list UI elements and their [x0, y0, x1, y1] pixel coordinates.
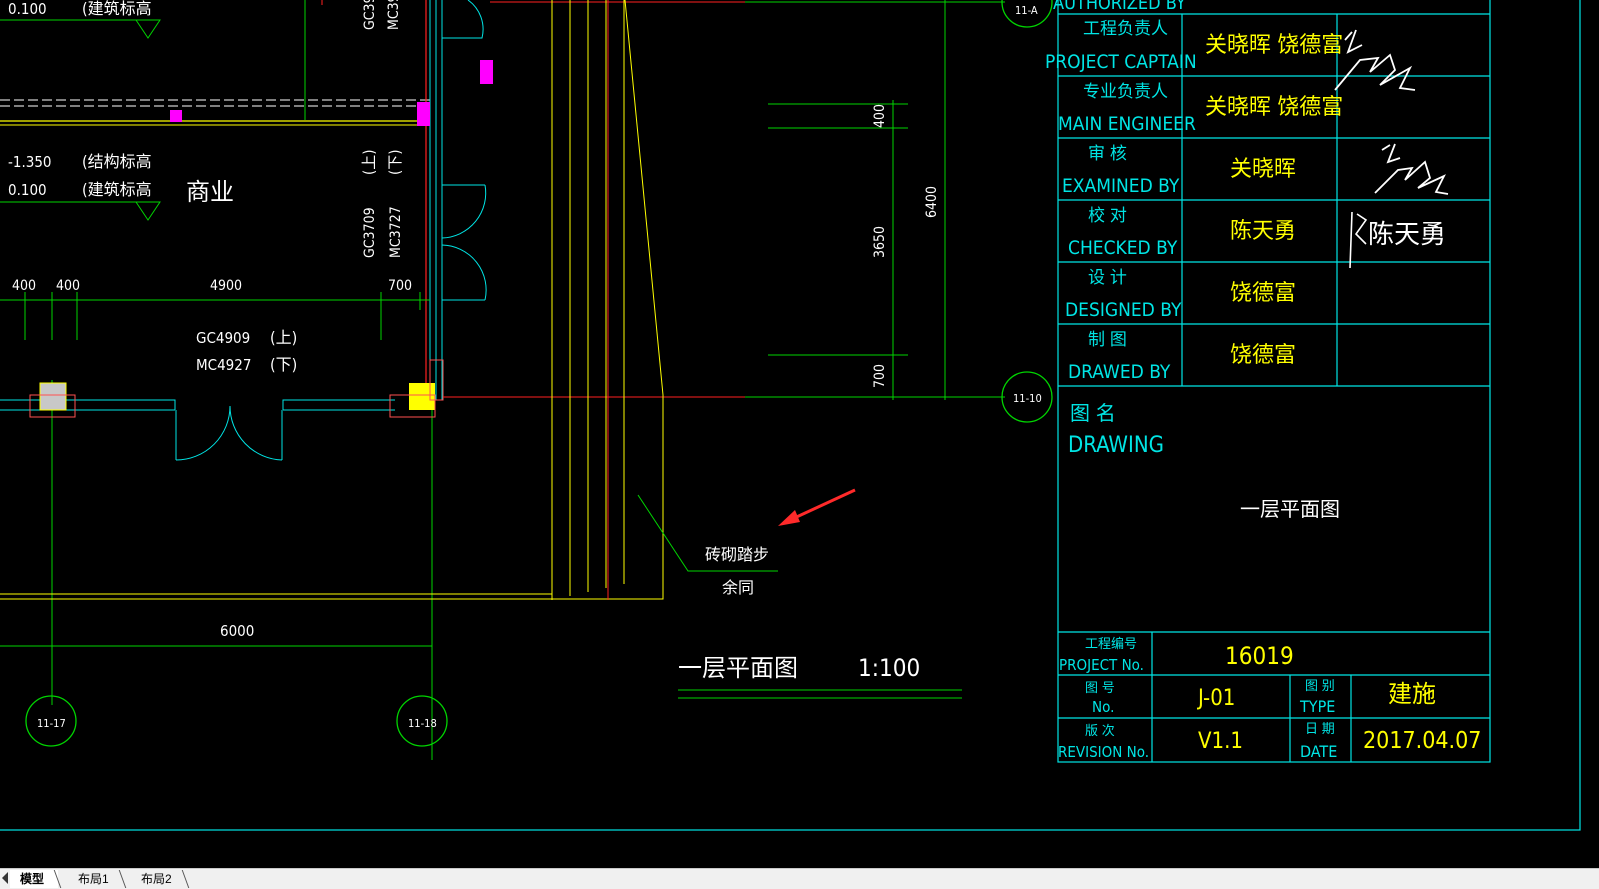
magenta-marker	[170, 110, 182, 122]
level-architectural-value: 0.100	[8, 181, 47, 199]
plan-title: 一层平面图	[678, 654, 798, 682]
plan-scale: 1:100	[858, 654, 920, 682]
tab-layout1[interactable]: 布局1	[68, 870, 123, 888]
project-number: 16019	[1225, 642, 1294, 670]
drawing-cn: 图 名	[1070, 401, 1116, 425]
label-mc3727: MC3727	[388, 206, 404, 258]
annotation-text: 余同	[722, 578, 754, 597]
row-name: 关晓晖 饶德富	[1205, 33, 1343, 58]
row-cn: 校 对	[1088, 206, 1127, 226]
row-cn: 工程负责人	[1083, 19, 1168, 39]
signature-examined	[1374, 143, 1449, 195]
level-upper-label: (建筑标高	[82, 0, 152, 18]
drawing-date: 2017.04.07	[1363, 728, 1481, 754]
label-mc4927: MC4927	[196, 356, 251, 374]
dimension-right: 6400	[924, 186, 940, 218]
svg-text:GC39: GC39	[362, 0, 378, 30]
svg-text:日 期: 日 期	[1305, 722, 1335, 737]
drawing-number: J-01	[1196, 686, 1235, 711]
dimension-top: 400	[12, 278, 36, 294]
row-en: PROJECT CAPTAIN	[1045, 51, 1197, 73]
magenta-marker	[417, 102, 430, 126]
row-en: DESIGNED BY	[1065, 299, 1182, 321]
svg-text:版 次: 版 次	[1085, 723, 1115, 739]
room-label: 商业	[186, 178, 234, 206]
svg-text:(下): (下)	[270, 355, 297, 374]
row-name: 饶德富	[1230, 281, 1296, 306]
axis-label-11-18: 11-18	[408, 717, 437, 730]
svg-text:(上): (上)	[270, 328, 297, 347]
level-architectural-label: (建筑标高	[82, 180, 152, 199]
axis-label-11-10: 11-10	[1013, 392, 1042, 405]
svg-text:TYPE: TYPE	[1299, 697, 1335, 716]
drawing-name: 一层平面图	[1240, 497, 1340, 521]
dimension-bottom: 6000	[220, 622, 254, 640]
row-en: EXAMINED BY	[1062, 175, 1180, 197]
row-cn: 设 计	[1088, 268, 1127, 288]
annotation-text: 砖砌踏步	[705, 545, 769, 564]
level-structural-value: -1.350	[8, 153, 52, 171]
tab-layout2[interactable]: 布局2	[131, 870, 186, 888]
dimension-top: 400	[56, 278, 80, 294]
drawing-type: 建施	[1388, 680, 1436, 708]
row-en: DRAWED BY	[1068, 361, 1171, 383]
signature-project-captain	[1334, 29, 1416, 91]
dimension-right: 700	[872, 364, 888, 388]
svg-text:(下): (下)	[386, 149, 404, 175]
svg-text:图 号: 图 号	[1085, 681, 1115, 696]
signature-checked: 陈天勇	[1349, 211, 1446, 269]
level-upper-value: 0.100	[8, 0, 47, 18]
row-cn: 制 图	[1088, 330, 1127, 350]
row-name: 陈天勇	[1230, 219, 1296, 244]
tab-model[interactable]: 模型	[10, 870, 59, 888]
revision-number: V1.1	[1198, 729, 1243, 754]
tab-scroll-left-icon[interactable]	[2, 872, 8, 884]
column-left	[39, 382, 67, 411]
svg-text:工程编号: 工程编号	[1085, 637, 1137, 652]
svg-text:图 别: 图 别	[1305, 679, 1335, 694]
row-en: MAIN ENGINEER	[1058, 113, 1196, 135]
row-cn: 审 核	[1088, 144, 1127, 164]
svg-text:(上): (上)	[360, 149, 378, 175]
row-name: 关晓晖 饶德富	[1205, 95, 1343, 120]
magenta-marker	[480, 60, 493, 84]
column-right	[409, 383, 435, 410]
svg-text:REVISION No.: REVISION No.	[1058, 743, 1149, 761]
row-name: 饶德富	[1230, 343, 1296, 368]
drawing-en: DRAWING	[1068, 433, 1164, 458]
cad-model-space[interactable]: 0.100 (建筑标高 -1.350 (结构标高 0.100 (建筑标高 商业 …	[0, 0, 1599, 868]
svg-text:陈天勇: 陈天勇	[1368, 220, 1446, 250]
authorized-en: AUTHORIZED BY	[1053, 0, 1186, 14]
row-cn: 专业负责人	[1083, 82, 1168, 102]
floor-plan-drawing: 0.100 (建筑标高 -1.350 (结构标高 0.100 (建筑标高 商业 …	[0, 0, 1581, 831]
axis-label-11-A: 11-A	[1015, 4, 1038, 17]
label-gc4909: GC4909	[196, 329, 250, 347]
svg-text:MC39: MC39	[386, 0, 402, 30]
row-name: 关晓晖	[1230, 157, 1296, 182]
svg-text:DATE: DATE	[1300, 742, 1337, 761]
row-en: CHECKED BY	[1068, 237, 1178, 259]
layout-tab-bar: 模型 布局1 布局2	[0, 868, 1599, 889]
dimension-top: 700	[388, 278, 412, 294]
dimension-right: 3650	[872, 226, 888, 258]
svg-text:PROJECT No.: PROJECT No.	[1059, 656, 1144, 674]
dimension-top: 4900	[210, 278, 242, 294]
dimension-right: 400	[872, 104, 888, 128]
label-gc3709: GC3709	[362, 207, 378, 258]
axis-label-11-17: 11-17	[37, 717, 66, 730]
svg-text:No.: No.	[1092, 698, 1114, 716]
level-structural-label: (结构标高	[82, 152, 152, 171]
